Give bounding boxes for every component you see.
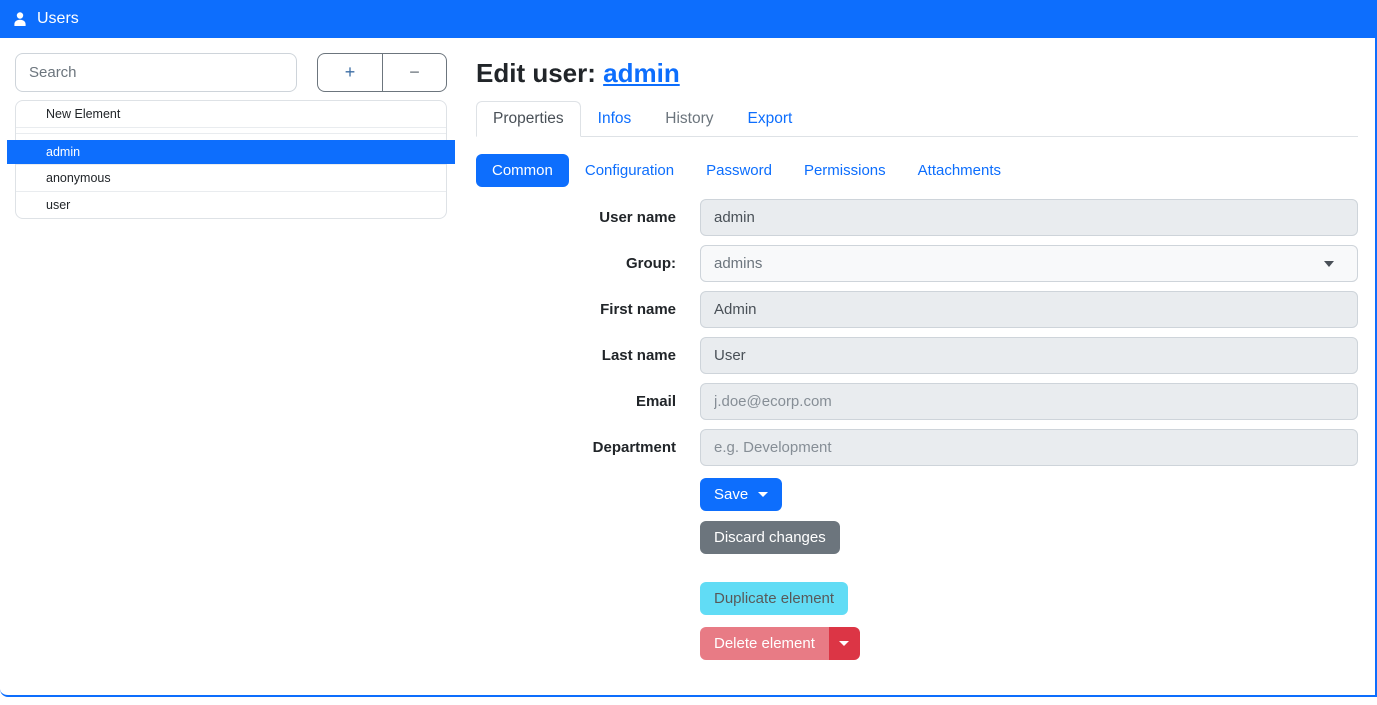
save-button[interactable]: Save xyxy=(700,478,782,511)
add-element-button[interactable]: + xyxy=(317,53,382,92)
firstname-label: First name xyxy=(476,301,676,318)
lastname-field[interactable] xyxy=(700,337,1358,374)
action-buttons: Save Discard changes Duplicate element D… xyxy=(700,475,1358,660)
department-label: Department xyxy=(476,439,676,456)
tab-properties[interactable]: Properties xyxy=(476,101,581,137)
lastname-label: Last name xyxy=(476,347,676,364)
department-field[interactable] xyxy=(700,429,1358,466)
email-field[interactable] xyxy=(700,383,1358,420)
pill-permissions[interactable]: Permissions xyxy=(788,154,902,187)
app-window: Users + − New Element admin anonymous us… xyxy=(0,0,1377,697)
discard-changes-button[interactable]: Discard changes xyxy=(700,521,840,554)
sidebar: + − New Element admin anonymous user xyxy=(0,38,462,234)
page-title: Edit user: admin xyxy=(476,58,1358,89)
group-label: Group: xyxy=(476,255,676,272)
chevron-down-icon xyxy=(839,641,849,646)
delete-element-button: Delete element xyxy=(700,627,829,660)
pill-configuration[interactable]: Configuration xyxy=(569,154,690,187)
remove-element-button[interactable]: − xyxy=(382,53,447,92)
chevron-down-icon xyxy=(758,492,768,497)
app-title: Users xyxy=(37,10,79,28)
tab-export[interactable]: Export xyxy=(731,101,810,137)
app-header: Users xyxy=(0,0,1375,38)
tab-history: History xyxy=(648,101,730,137)
section-pills: Common Configuration Password Permission… xyxy=(476,154,1358,187)
search-input[interactable] xyxy=(15,53,297,92)
main-tabs: Properties Infos History Export xyxy=(476,101,1358,137)
list-item-anonymous[interactable]: anonymous xyxy=(16,164,446,191)
edited-user-link[interactable]: admin xyxy=(603,58,680,88)
main-panel: Edit user: admin Properties Infos Histor… xyxy=(462,38,1375,660)
user-icon xyxy=(12,11,28,27)
firstname-field[interactable] xyxy=(700,291,1358,328)
delete-dropdown-toggle[interactable] xyxy=(829,627,860,660)
pill-password[interactable]: Password xyxy=(690,154,788,187)
duplicate-element-button: Duplicate element xyxy=(700,582,848,615)
page-title-prefix: Edit user: xyxy=(476,58,603,88)
list-gap xyxy=(16,133,446,140)
username-label: User name xyxy=(476,209,676,226)
delete-split-button: Delete element xyxy=(700,627,860,660)
list-item-admin[interactable]: admin xyxy=(7,140,455,164)
list-toolbar: + − xyxy=(317,53,447,92)
list-item-user[interactable]: user xyxy=(16,191,446,218)
user-list: New Element admin anonymous user xyxy=(15,100,447,219)
chevron-down-icon xyxy=(1324,261,1334,267)
email-label: Email xyxy=(476,393,676,410)
group-select[interactable]: admins xyxy=(700,245,1358,282)
list-item-new-element[interactable]: New Element xyxy=(16,101,446,127)
username-field[interactable] xyxy=(700,199,1358,236)
group-select-value: admins xyxy=(714,255,762,272)
pill-attachments[interactable]: Attachments xyxy=(902,154,1017,187)
save-button-label: Save xyxy=(714,486,748,503)
tab-infos[interactable]: Infos xyxy=(581,101,649,137)
pill-common[interactable]: Common xyxy=(476,154,569,187)
